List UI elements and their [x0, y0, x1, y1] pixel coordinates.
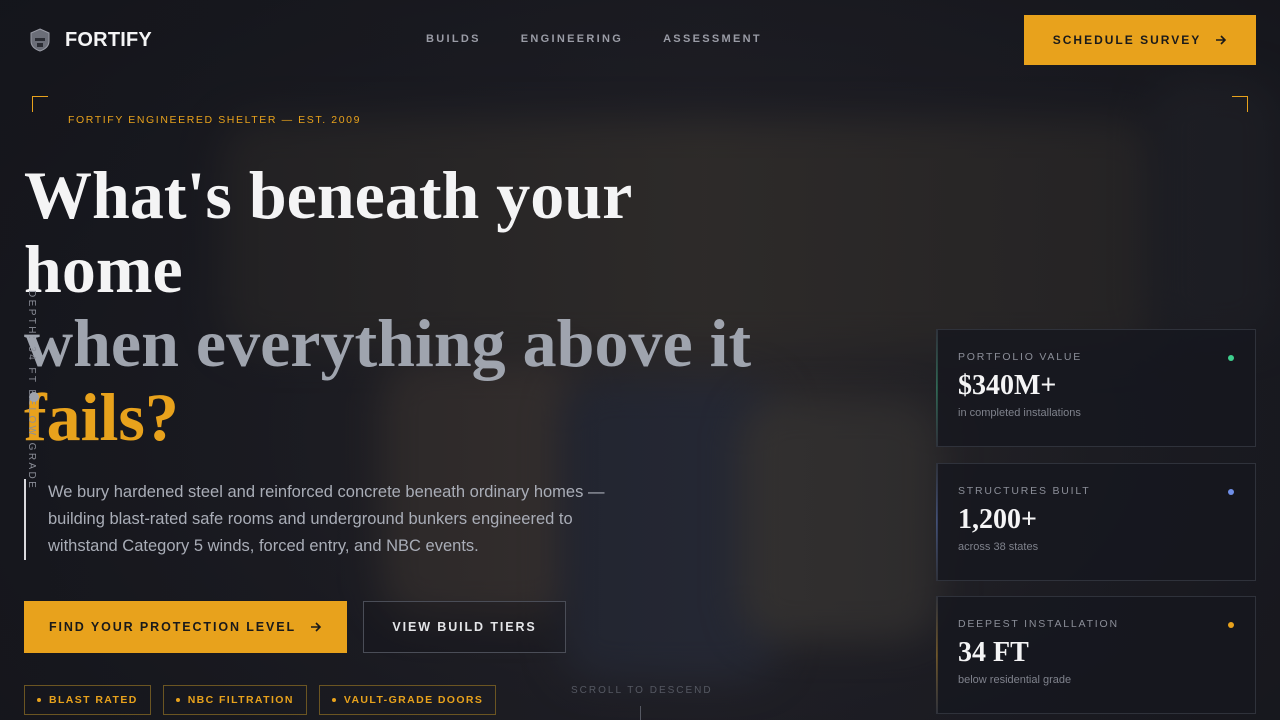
- hero-eyebrow: FORTIFY ENGINEERED SHELTER — EST. 2009: [68, 114, 362, 126]
- stat-value: $340M+: [958, 370, 1057, 401]
- bullet-dot-icon: [175, 698, 180, 702]
- find-protection-level-button[interactable]: FIND YOUR PROTECTION LEVEL: [24, 601, 347, 653]
- bullet-dot-icon: [331, 698, 336, 702]
- bullet-dot-icon: [37, 698, 41, 702]
- main-nav: BUILDS ENGINEERING ASSESSMENT: [426, 33, 762, 45]
- frame-corner-top-right: [1232, 96, 1248, 112]
- arrow-right-icon: [1216, 35, 1227, 45]
- nav-item-engineering[interactable]: ENGINEERING: [521, 33, 623, 45]
- scroll-hint[interactable]: SCROLL TO DESCEND: [571, 685, 713, 696]
- stat-label: STRUCTURES BUILT: [958, 485, 1091, 497]
- badge-label: BLAST RATED: [49, 694, 138, 706]
- badge-label: NBC FILTRATION: [187, 694, 294, 706]
- hero-description: We bury hardened steel and reinforced co…: [24, 479, 614, 560]
- card-accent-edge: [936, 463, 938, 581]
- stat-label: DEEPEST INSTALLATION: [958, 618, 1119, 630]
- card-accent-edge: [936, 596, 938, 714]
- scroll-indicator-line: [640, 706, 641, 720]
- depth-indicator-label: DEPTH: 34 FT BELOW GRADE: [26, 290, 37, 491]
- headline-line-2: when everything above it: [24, 305, 752, 381]
- card-accent-edge: [936, 329, 938, 447]
- stat-note: below residential grade: [958, 674, 1072, 686]
- stat-note: across 38 states: [958, 541, 1039, 553]
- feature-badges: BLAST RATED NBC FILTRATION VAULT-GRADE D…: [24, 685, 497, 715]
- brand-logo[interactable]: FORTIFY: [27, 27, 152, 53]
- stat-card-deepest-installation: DEEPEST INSTALLATION 34 FT below residen…: [936, 596, 1256, 714]
- status-dot-icon: [1228, 489, 1234, 495]
- shield-helmet-icon: [30, 28, 50, 52]
- stat-value: 34 FT: [958, 637, 1029, 668]
- stat-card-structures-built: STRUCTURES BUILT 1,200+ across 38 states: [936, 463, 1256, 581]
- nav-item-assessment[interactable]: ASSESSMENT: [663, 33, 762, 45]
- top-navigation-bar: FORTIFY BUILDS ENGINEERING ASSESSMENT SC…: [0, 0, 1280, 80]
- find-protection-level-label: FIND YOUR PROTECTION LEVEL: [48, 620, 297, 634]
- nav-item-builds[interactable]: BUILDS: [426, 33, 481, 45]
- schedule-survey-button[interactable]: SCHEDULE SURVEY: [1024, 15, 1256, 65]
- hero-headline: What's beneath your home when everything…: [24, 158, 804, 454]
- headline-line-1: What's beneath your home: [24, 157, 632, 307]
- brand-name: FORTIFY: [65, 28, 152, 51]
- frame-corner-top-left: [32, 96, 48, 112]
- stat-note: in completed installations: [958, 407, 1081, 419]
- stat-card-portfolio-value: PORTFOLIO VALUE $340M+ in completed inst…: [936, 329, 1256, 447]
- headline-accent-word: fails?: [24, 379, 179, 455]
- arrow-right-icon: [311, 622, 322, 632]
- stat-label: PORTFOLIO VALUE: [958, 351, 1083, 363]
- status-dot-icon: [1228, 355, 1234, 361]
- badge-vault-grade-doors: VAULT-GRADE DOORS: [318, 685, 497, 715]
- badge-label: VAULT-GRADE DOORS: [343, 694, 484, 706]
- view-build-tiers-button[interactable]: VIEW BUILD TIERS: [363, 601, 566, 653]
- badge-nbc-filtration: NBC FILTRATION: [162, 685, 307, 715]
- schedule-survey-label: SCHEDULE SURVEY: [1052, 33, 1202, 47]
- status-dot-icon: [1228, 622, 1234, 628]
- stat-value: 1,200+: [958, 504, 1037, 535]
- badge-blast-rated: BLAST RATED: [24, 685, 151, 715]
- depth-indicator-dot: [29, 392, 39, 402]
